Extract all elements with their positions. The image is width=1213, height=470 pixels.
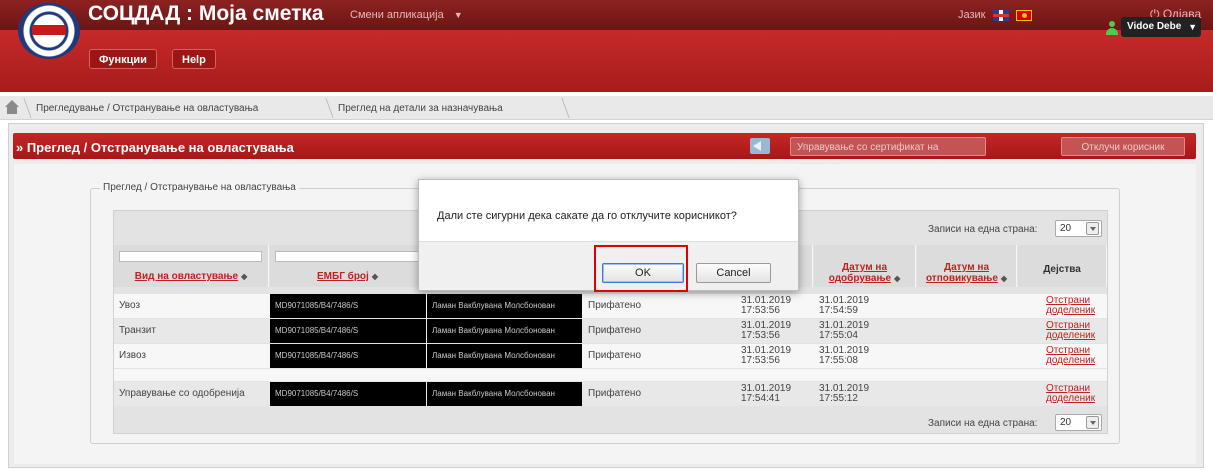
sort-icon: ◆: [894, 274, 901, 283]
cell-type: Управување со одобренија: [119, 388, 245, 399]
per-page-label: Записи на една страна:: [928, 224, 1038, 235]
cancel-button[interactable]: Cancel: [696, 263, 771, 283]
cell-status: Прифатено: [588, 350, 642, 361]
app-title: СОЦДАД : Моја сметка: [88, 2, 324, 25]
sort-icon: ◆: [371, 272, 378, 281]
breadcrumb-item-details[interactable]: Преглед на детали за назначувања: [338, 103, 503, 114]
column-header-actions: Дејства: [1018, 245, 1107, 287]
cell-submitted-date: 31.01.2019 17:54:41: [741, 383, 792, 404]
cell-submitted-date: 31.01.2019 17:53:56: [741, 320, 792, 341]
filter-input-type[interactable]: [119, 251, 262, 262]
column-header-embg: ЕМБГ број ◆: [270, 245, 426, 287]
switch-app-menu[interactable]: Смени апликација ▼: [350, 9, 463, 21]
unlock-user-button[interactable]: Отклучи корисник: [1061, 137, 1185, 156]
cell-embg-redacted: MD9071085/В4/7486/S: [270, 319, 426, 343]
switch-app-label: Смени апликација: [350, 9, 444, 21]
user-icon: [1106, 21, 1118, 35]
column-sort-approval-date[interactable]: Датум на одобрување ◆: [814, 262, 915, 284]
cell-submitted-date: 31.01.2019 17:53:56: [741, 345, 792, 366]
user-name: Vidoe Debe: [1127, 21, 1182, 32]
cell-approval-date: 31.01.2019 17:55:04: [819, 320, 870, 341]
column-header-revocation-date: Датум на отповикување ◆: [917, 245, 1017, 287]
cell-status: Прифатено: [588, 388, 642, 399]
remove-assignee-link[interactable]: Отстрани доделеник: [1041, 382, 1107, 406]
remove-assignee-link[interactable]: Отстрани доделеник: [1041, 319, 1107, 343]
sort-icon: ◆: [241, 272, 248, 281]
ok-button-highlight: [594, 245, 688, 292]
per-page-value-bottom: 20: [1060, 417, 1072, 428]
cell-approval-date: 31.01.2019 17:54:59: [819, 295, 870, 316]
cell-name-redacted: Ламан Вакблувана Молсбонован: [427, 294, 582, 318]
cell-type: Транзит: [119, 325, 156, 336]
dialog-message: Дали сте сигурни дека сакате да го отклу…: [437, 210, 737, 222]
per-page-select-bottom[interactable]: 20: [1055, 414, 1102, 431]
per-page-select[interactable]: 20: [1055, 220, 1102, 237]
chevron-down-icon: [1086, 416, 1099, 429]
remove-assignee-link[interactable]: Отстрани доделеник: [1041, 344, 1107, 368]
help-button[interactable]: Help: [172, 49, 216, 69]
user-menu-button[interactable]: Vidoe Debe ▼: [1121, 17, 1201, 37]
fieldset-legend: Преглед / Отстранување на овластувања: [100, 182, 299, 193]
actions-header-label: Дејства: [1043, 264, 1081, 275]
cell-type: Извоз: [119, 350, 147, 361]
cell-embg-redacted: MD9071085/В4/7486/S: [270, 294, 426, 318]
cell-approval-date: 31.01.2019 17:55:08: [819, 345, 870, 366]
remove-assignee-link[interactable]: Отстрани доделеник: [1041, 294, 1107, 318]
chevron-down-icon: ▼: [1188, 22, 1197, 32]
cell-status: Прифатено: [588, 325, 642, 336]
cell-name-redacted: Ламан Вакблувана Молсбонован: [427, 319, 582, 343]
table-row-spacer: [114, 369, 1107, 381]
customs-logo: [18, 3, 80, 59]
table-row: Увоз MD9071085/В4/7486/S Ламан Вакблуван…: [114, 294, 1107, 318]
macedonian-flag-icon[interactable]: [1015, 9, 1032, 21]
cell-type: Увоз: [119, 300, 141, 311]
english-flag-icon[interactable]: [992, 9, 1009, 21]
table-row: Управување со одобренија MD9071085/В4/74…: [114, 382, 1107, 406]
breadcrumb-item-authorizations[interactable]: Прегледување / Отстранување на овластува…: [36, 103, 258, 114]
language-label: Јазик: [958, 9, 986, 21]
language-selector: Јазик: [958, 9, 1032, 21]
column-sort-embg[interactable]: ЕМБГ број ◆: [270, 271, 425, 282]
cell-approval-date: 31.01.2019 17:55:12: [819, 383, 870, 404]
chevron-down-icon: ▼: [453, 10, 463, 20]
functions-button[interactable]: Функции: [89, 49, 157, 69]
page-title: » Преглед / Отстранување на овластувања: [16, 140, 294, 155]
per-page-label-bottom: Записи на една страна:: [928, 418, 1038, 429]
cell-embg-redacted: MD9071085/В4/7486/S: [270, 344, 426, 368]
cell-submitted-date: 31.01.2019 17:53:56: [741, 295, 792, 316]
column-sort-revocation-date[interactable]: Датум на отповикување ◆: [917, 262, 1016, 284]
column-header-type: Вид на овластување ◆: [114, 245, 269, 287]
table-row: Транзит MD9071085/В4/7486/S Ламан Вакблу…: [114, 319, 1107, 343]
cell-status: Прифатено: [588, 300, 642, 311]
column-header-approval-date: Датум на одобрување ◆: [814, 245, 916, 287]
table-row: Извоз MD9071085/В4/7486/S Ламан Вакблува…: [114, 344, 1107, 368]
filter-input-embg[interactable]: [275, 251, 421, 262]
back-arrow-icon[interactable]: [750, 138, 770, 154]
manage-certificate-button[interactable]: Управување со сертификат на корисник: [790, 137, 986, 172]
cell-name-redacted: Ламан Вакблувана Молсбонован: [427, 382, 582, 406]
sort-icon: ◆: [1000, 274, 1008, 283]
column-sort-type[interactable]: Вид на овластување ◆: [114, 271, 268, 282]
cell-embg-redacted: MD9071085/В4/7486/S: [270, 382, 426, 406]
chevron-down-icon: [1086, 222, 1099, 235]
per-page-value: 20: [1060, 223, 1072, 234]
cell-name-redacted: Ламан Вакблувана Молсбонован: [427, 344, 582, 368]
